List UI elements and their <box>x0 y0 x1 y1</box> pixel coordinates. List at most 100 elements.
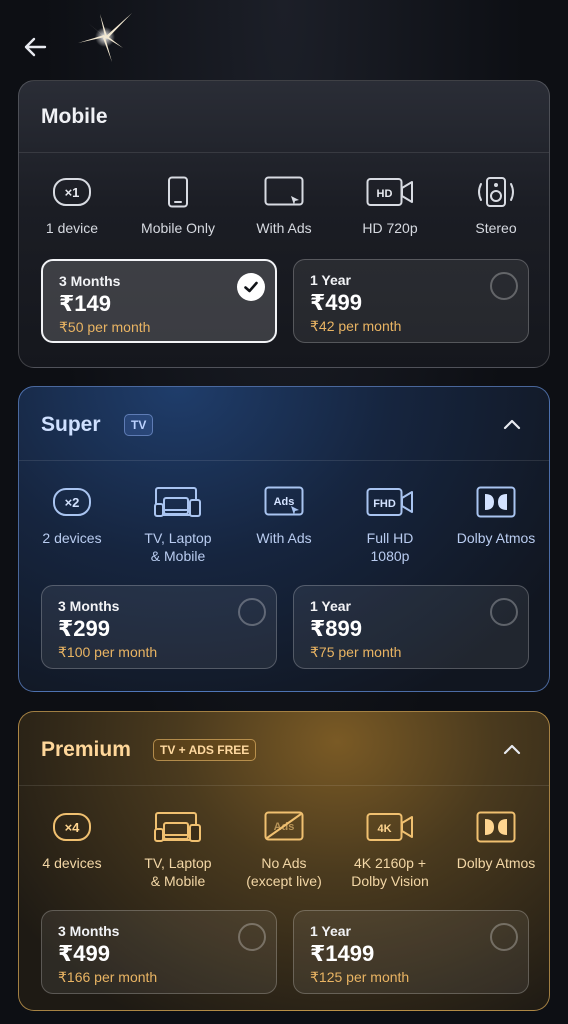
feature-label: Stereo <box>475 220 517 236</box>
svg-text:FHD: FHD <box>373 498 396 510</box>
option-per-month: ₹75 per month <box>310 644 402 660</box>
option-price: ₹899 <box>310 616 363 641</box>
device-count-icon: ×1 <box>52 178 92 206</box>
plan-title: Super <box>41 413 101 436</box>
ads-icon: Ads <box>264 486 304 516</box>
feature-label: Dolby Atmos <box>456 855 536 871</box>
plan-card-premium[interactable]: Premium TV + ADS FREE ×4 4 devices TV, L… <box>18 711 550 1011</box>
option-per-month: ₹125 per month <box>310 969 410 985</box>
feature-label: With Ads <box>256 530 312 546</box>
option-period: 1 Year <box>310 923 352 939</box>
checkmark-icon <box>244 281 258 293</box>
plan-header: Super TV <box>19 387 549 461</box>
option-3-months[interactable]: 3 Months ₹499 ₹166 per month <box>41 910 277 994</box>
feature-row: ×2 2 devices TV, Laptop & Mobile Ads Wit… <box>19 485 549 565</box>
plan-header: Mobile <box>19 81 549 153</box>
back-button[interactable] <box>18 30 52 64</box>
feature-label: 4K 2160p + Dolby Vision <box>351 855 429 889</box>
option-3-months[interactable]: 3 Months ₹149 ₹50 per month <box>41 259 277 343</box>
feature-audio: Dolby Atmos <box>443 485 549 565</box>
feature-label: 4 devices <box>42 855 102 871</box>
option-period: 1 Year <box>310 272 352 288</box>
option-price: ₹299 <box>58 616 111 641</box>
billing-options: 3 Months ₹499 ₹166 per month 1 Year ₹149… <box>41 910 529 994</box>
feature-screen: TV, Laptop & Mobile <box>125 810 231 890</box>
option-period: 1 Year <box>310 598 352 614</box>
feature-screen: Mobile Only <box>125 175 231 237</box>
option-per-month: ₹166 per month <box>58 969 158 985</box>
collapse-button[interactable] <box>501 738 523 760</box>
option-per-month: ₹42 per month <box>310 318 402 334</box>
collapse-button[interactable] <box>501 413 523 435</box>
ads-icon <box>264 176 304 206</box>
plan-title: Premium <box>41 738 131 761</box>
feature-label: Dolby Atmos <box>456 530 536 546</box>
tv-laptop-mobile-icon <box>154 812 201 842</box>
svg-text:4K: 4K <box>377 823 391 835</box>
billing-options: 3 Months ₹149 ₹50 per month 1 Year ₹499 … <box>41 259 529 343</box>
feature-label: With Ads <box>256 220 312 236</box>
feature-label: 2 devices <box>42 530 102 546</box>
video-camera-icon: FHD <box>366 488 413 516</box>
plan-card-mobile[interactable]: Mobile ×1 1 device Mobile Only With Ads … <box>18 80 550 368</box>
feature-label: TV, Laptop & Mobile <box>144 530 212 564</box>
option-price: ₹499 <box>58 941 111 966</box>
dolby-icon <box>476 811 516 843</box>
arrow-left-icon <box>24 37 47 57</box>
plan-card-super[interactable]: Super TV ×2 2 devices TV, Laptop & Mobil… <box>18 386 550 692</box>
feature-label: Mobile Only <box>141 220 215 236</box>
option-per-month: ₹50 per month <box>59 319 151 335</box>
radio-unselected[interactable] <box>238 923 266 951</box>
feature-audio: Dolby Atmos <box>443 810 549 890</box>
feature-ads: Ads With Ads <box>231 485 337 565</box>
option-price: ₹499 <box>310 290 363 315</box>
option-period: 3 Months <box>58 598 120 614</box>
feature-quality: HD HD 720p <box>337 175 443 237</box>
option-3-months[interactable]: 3 Months ₹299 ₹100 per month <box>41 585 277 669</box>
feature-devices: ×1 1 device <box>19 175 125 237</box>
option-price: ₹1499 <box>310 941 375 966</box>
no-ads-icon: Ads <box>264 811 304 841</box>
feature-label: Full HD 1080p <box>366 530 414 564</box>
feature-label: No Ads (except live) <box>246 855 322 889</box>
feature-label: HD 720p <box>362 220 418 236</box>
feature-screen: TV, Laptop & Mobile <box>125 485 231 565</box>
option-per-month: ₹100 per month <box>58 644 158 660</box>
feature-row: ×1 1 device Mobile Only With Ads HD HD 7… <box>19 175 549 237</box>
radio-unselected[interactable] <box>490 598 518 626</box>
plan-tag: TV + ADS FREE <box>153 739 257 761</box>
tv-laptop-mobile-icon <box>154 487 201 517</box>
radio-unselected[interactable] <box>490 272 518 300</box>
option-price: ₹149 <box>59 291 112 316</box>
feature-ads: Ads No Ads (except live) <box>231 810 337 890</box>
option-1-year[interactable]: 1 Year ₹499 ₹42 per month <box>293 259 529 343</box>
phone-icon <box>168 176 188 208</box>
device-count-icon: ×4 <box>52 813 92 841</box>
radio-unselected[interactable] <box>238 598 266 626</box>
chevron-up-icon <box>503 419 521 430</box>
billing-options: 3 Months ₹299 ₹100 per month 1 Year ₹899… <box>41 585 529 669</box>
radio-selected[interactable] <box>237 273 265 301</box>
plan-header: Premium TV + ADS FREE <box>19 712 549 786</box>
brand-star-logo <box>76 10 134 64</box>
option-1-year[interactable]: 1 Year ₹1499 ₹125 per month <box>293 910 529 994</box>
radio-unselected[interactable] <box>490 923 518 951</box>
option-1-year[interactable]: 1 Year ₹899 ₹75 per month <box>293 585 529 669</box>
plans-screen: Mobile ×1 1 device Mobile Only With Ads … <box>0 0 568 1024</box>
plan-tag: TV <box>124 414 154 436</box>
feature-ads: With Ads <box>231 175 337 237</box>
feature-quality: 4K 4K 2160p + Dolby Vision <box>337 810 443 890</box>
feature-devices: ×4 4 devices <box>19 810 125 890</box>
plan-title: Mobile <box>41 105 108 128</box>
feature-quality: FHD Full HD 1080p <box>337 485 443 565</box>
option-period: 3 Months <box>59 273 121 289</box>
feature-devices: ×2 2 devices <box>19 485 125 565</box>
top-bar <box>0 0 568 80</box>
option-period: 3 Months <box>58 923 120 939</box>
video-camera-icon: 4K <box>366 813 413 841</box>
svg-text:HD: HD <box>377 188 393 200</box>
feature-label: TV, Laptop & Mobile <box>144 855 212 889</box>
feature-audio: Stereo <box>443 175 549 237</box>
feature-row: ×4 4 devices TV, Laptop & Mobile No Ads … <box>19 810 549 890</box>
dolby-icon <box>476 486 516 518</box>
